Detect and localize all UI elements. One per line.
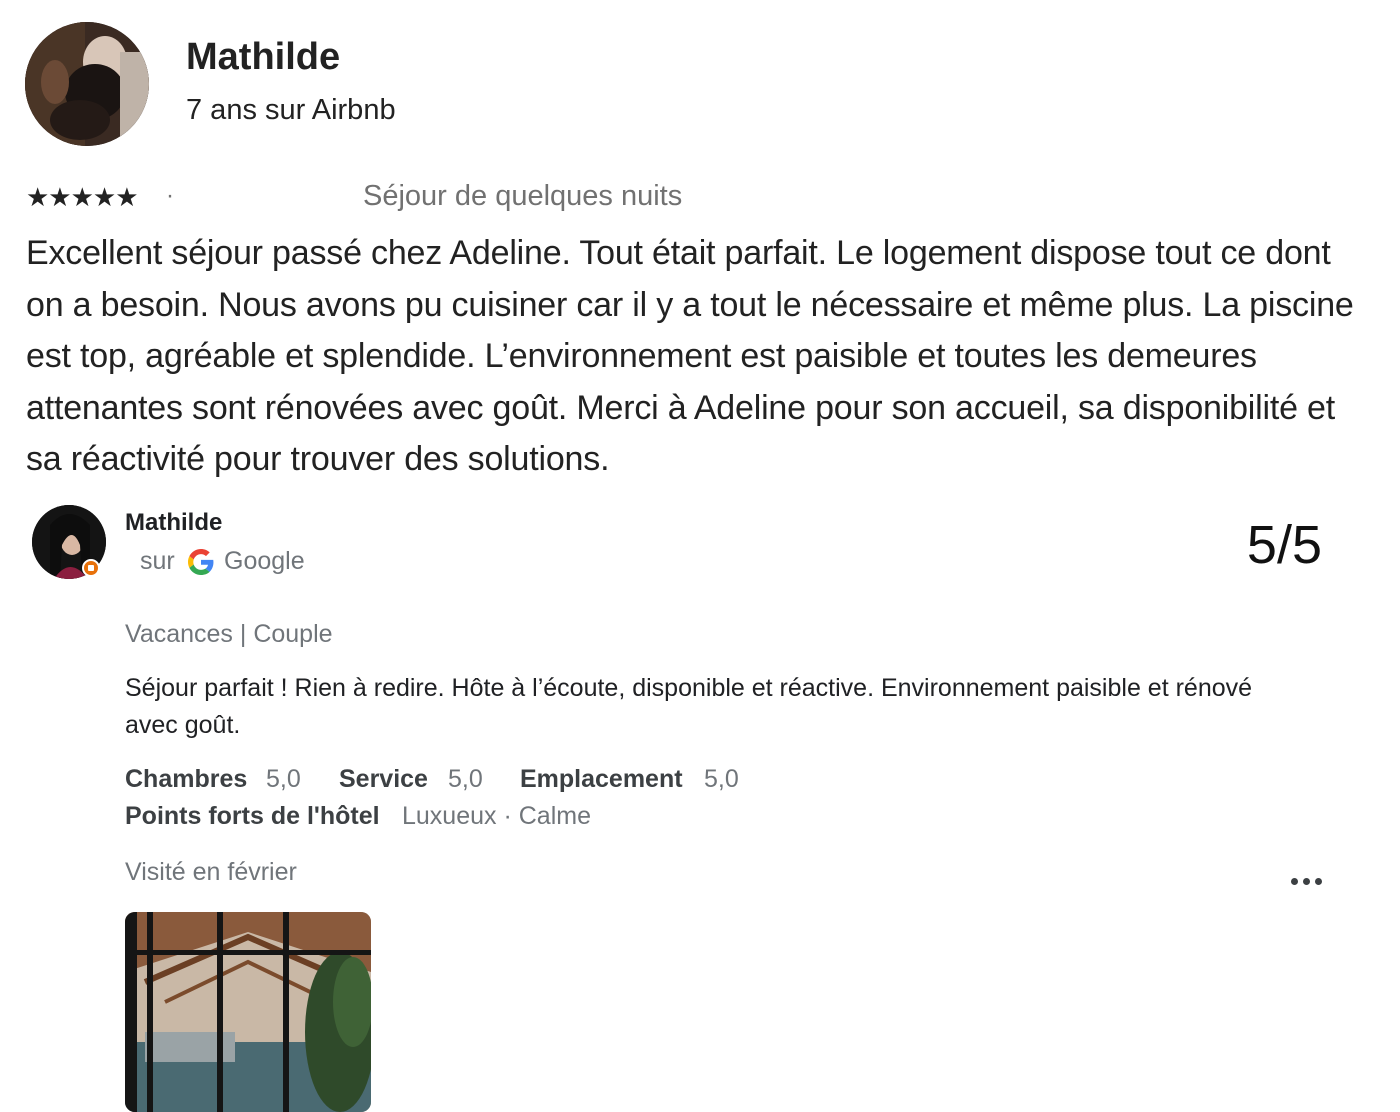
more-dot (1315, 878, 1322, 885)
avatar-photo (25, 22, 149, 146)
rating-value-rooms: 5,0 (266, 765, 301, 793)
highlights-label: Points forts de l'hôtel (125, 802, 380, 830)
airbnb-member-since: 7 ans sur Airbnb (186, 94, 396, 126)
trip-type: Vacances | Couple (125, 620, 333, 648)
hotel-highlights: Points forts de l'hôtel Luxueux · Calme (125, 802, 825, 834)
google-review-text: Séjour parfait ! Rien à redire. Hôte à l… (125, 674, 1253, 739)
category-ratings: Chambres 5,0 Service 5,0 Emplacement 5,0 (125, 765, 825, 797)
rating-value-location: 5,0 (704, 765, 739, 793)
airbnb-review-text: Excellent séjour passé chez Adeline. Tou… (26, 234, 1354, 478)
source-name: Google (224, 547, 305, 575)
google-logo-icon (188, 549, 214, 575)
airbnb-rating-row: ★★★★★ · Séjour de quelques nuits (26, 180, 746, 216)
rating-value-service: 5,0 (448, 765, 483, 793)
highlights-value: Luxueux · Calme (402, 802, 591, 830)
local-guide-badge-icon (82, 559, 100, 577)
airbnb-reviewer-name[interactable]: Mathilde (186, 36, 340, 79)
rating-label-location: Emplacement (520, 765, 683, 793)
star-rating-icon: ★★★★★ (26, 182, 139, 212)
rating-label-service: Service (339, 765, 428, 793)
more-dot (1303, 878, 1310, 885)
source-prefix: sur (140, 547, 175, 575)
review-score: 5/5 (1246, 515, 1322, 575)
more-dot (1291, 878, 1298, 885)
google-reviewer-name[interactable]: Mathilde (125, 509, 222, 537)
review-photo-thumbnail[interactable] (125, 912, 371, 1112)
google-reviewer-avatar[interactable] (32, 505, 108, 581)
review-photo-image (125, 912, 371, 1112)
stay-length: Séjour de quelques nuits (363, 180, 683, 212)
visit-date: Visité en février (125, 858, 297, 886)
rating-label-rooms: Chambres (125, 765, 248, 793)
airbnb-reviewer-avatar[interactable] (25, 22, 149, 146)
more-options-button[interactable] (1285, 866, 1329, 896)
separator-dot: · (166, 182, 174, 209)
